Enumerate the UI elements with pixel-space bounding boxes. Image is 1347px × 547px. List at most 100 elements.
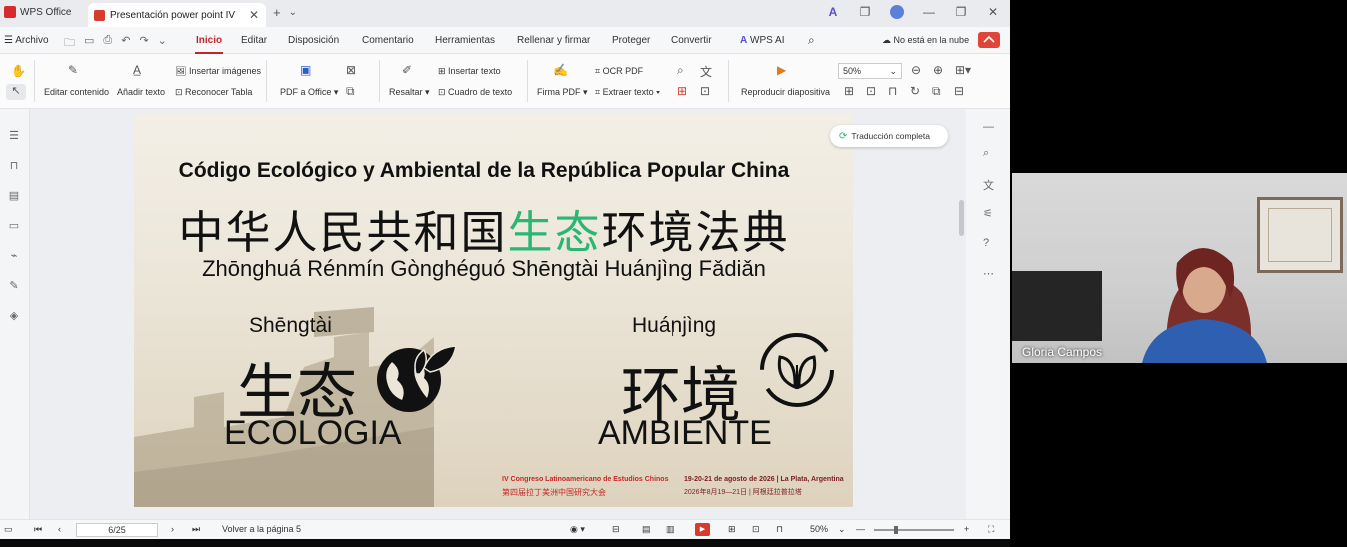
tab-proteger[interactable]: Proteger xyxy=(612,35,650,46)
edit-content-button[interactable]: Editar contenido xyxy=(44,87,109,97)
settings-icon[interactable]: ⚟ xyxy=(983,207,993,220)
zoom-in-icon[interactable]: ⊕ xyxy=(933,63,943,77)
two-page-icon[interactable]: ▥ xyxy=(666,524,675,535)
extract-text-button[interactable]: ⌗ Extraer texto ▾ xyxy=(595,87,660,98)
full-width-icon[interactable]: ⊓ xyxy=(776,524,783,535)
share-button[interactable] xyxy=(978,32,1000,48)
collapse-icon[interactable]: — xyxy=(983,121,994,133)
next-page-icon[interactable]: › xyxy=(171,524,174,534)
more-options-icon[interactable]: ⋯ xyxy=(983,267,994,280)
zoom-out-icon[interactable]: ⊖ xyxy=(911,63,921,77)
help-icon[interactable]: ? xyxy=(983,237,989,249)
tab-rellenar-firmar[interactable]: Rellenar y firmar xyxy=(517,35,590,46)
highlight-button[interactable]: Resaltar ▾ xyxy=(389,87,430,98)
full-translation-button[interactable]: ⟳ Traducción completa xyxy=(830,125,948,147)
fullscreen-icon[interactable]: ⛶ xyxy=(988,524,994,535)
recognize-table-button[interactable]: ⊡ Reconocer Tabla xyxy=(175,87,252,98)
search-icon[interactable]: ⌕ xyxy=(808,33,815,48)
sign-pdf-button[interactable]: Firma PDF ▾ xyxy=(537,87,588,98)
document-canvas[interactable]: Código Ecológico y Ambiental de la Repúb… xyxy=(30,109,966,519)
rotate-icon[interactable]: ↻ xyxy=(910,84,920,98)
copy-tool-icon[interactable]: ⧉ xyxy=(346,84,355,99)
participant-image xyxy=(1142,248,1267,363)
close-window-icon[interactable]: ✕ xyxy=(986,5,1000,19)
play-slideshow-button[interactable]: Reproducir diapositiva xyxy=(741,87,830,97)
page-number-input[interactable]: 6/25 xyxy=(76,523,158,537)
thumbnails-icon[interactable]: ☰ xyxy=(4,129,24,142)
window-layout-icon[interactable]: ❐ xyxy=(858,5,872,19)
more-icon[interactable]: ⌄ xyxy=(158,34,167,53)
fit-page-status-icon[interactable]: ⊞ xyxy=(728,524,736,535)
zoom-select[interactable]: 50% ⌄ xyxy=(838,63,902,79)
wps-ai-button[interactable]: A WPS AI xyxy=(740,35,784,46)
restore-icon[interactable]: ❐ xyxy=(954,5,968,19)
translate-icon[interactable]: 文 xyxy=(983,177,994,193)
image-tool-icon[interactable]: ⊠ xyxy=(346,63,356,77)
add-text-button[interactable]: Añadir texto xyxy=(117,87,165,97)
fit-width-icon[interactable]: ⊡ xyxy=(866,84,876,98)
first-page-icon[interactable]: ⏮ xyxy=(34,524,42,535)
signature-icon[interactable]: ✎ xyxy=(4,279,24,292)
tab-convertir[interactable]: Convertir xyxy=(671,35,712,46)
hand-tool-icon[interactable]: ✋ xyxy=(11,64,26,78)
prev-page-icon[interactable]: ‹ xyxy=(58,524,61,534)
screenshot-icon[interactable]: ⊡ xyxy=(700,84,710,98)
insert-text-label: Insertar texto xyxy=(448,66,501,76)
document-tab[interactable]: Presentación power point IV ✕ xyxy=(88,3,266,27)
tab-list-icon[interactable]: ⌄ xyxy=(289,5,297,20)
wps-home-tab[interactable]: WPS Office xyxy=(4,6,72,18)
pages-icon[interactable]: ▤ xyxy=(4,189,24,202)
tab-comentario[interactable]: Comentario xyxy=(362,35,414,46)
continuous-page-icon[interactable]: ▤ xyxy=(642,524,651,535)
tab-herramientas[interactable]: Herramientas xyxy=(435,35,495,46)
zoom-in-status-icon[interactable]: + xyxy=(964,524,969,534)
search-icon[interactable]: ⌕ xyxy=(983,147,989,160)
print-icon[interactable]: ⎙ xyxy=(103,34,112,53)
zoom-slider[interactable] xyxy=(874,529,954,531)
save-icon[interactable]: ▭ xyxy=(84,34,94,53)
read-mode-icon[interactable]: ⊟ xyxy=(954,84,964,98)
minimize-icon[interactable]: — xyxy=(922,5,936,19)
bookmark-icon[interactable]: ⊓ xyxy=(4,159,24,172)
play-slideshow-icon[interactable]: ▶ xyxy=(695,523,710,536)
ai-icon[interactable]: A xyxy=(826,5,840,19)
tab-inicio[interactable]: Inicio xyxy=(196,35,222,46)
single-page-icon[interactable]: ⊟ xyxy=(612,524,620,535)
comment-icon[interactable]: ▭ xyxy=(4,219,24,232)
eye-protection-icon[interactable]: ◉ ▾ xyxy=(570,524,585,535)
attachment-icon[interactable]: ⌁ xyxy=(4,249,24,262)
compare-icon[interactable]: ⊞ xyxy=(677,84,687,98)
cloud-status[interactable]: ☁ No está en la nube xyxy=(882,35,969,46)
bookmark-tool-icon[interactable]: ⊓ xyxy=(888,84,897,98)
zoom-menu-icon[interactable]: ⌄ xyxy=(838,524,846,535)
user-avatar[interactable] xyxy=(890,5,904,19)
zoom-level[interactable]: 50% xyxy=(810,524,828,534)
back-to-page-link[interactable]: Volver a la página 5 xyxy=(222,524,301,534)
view-mode-icon[interactable]: ⊞▾ xyxy=(955,63,971,77)
last-page-icon[interactable]: ⏭ xyxy=(192,524,200,535)
translate-icon[interactable]: 文 xyxy=(700,63,712,80)
tab-disposicion[interactable]: Disposición xyxy=(288,35,339,46)
new-tab-icon[interactable]: + xyxy=(273,5,281,20)
insert-images-button[interactable]: 🖼 Insertar imágenes xyxy=(175,66,261,77)
sidebar-toggle-icon[interactable]: ▭ xyxy=(4,524,13,535)
undo-icon[interactable]: ↶ xyxy=(121,34,130,53)
fit-page-icon[interactable]: ⊞ xyxy=(844,84,854,98)
ocr-pdf-button[interactable]: ⌗ OCR PDF xyxy=(595,66,643,77)
redo-icon[interactable]: ↷ xyxy=(139,34,148,53)
select-tool-icon[interactable]: ↖ xyxy=(6,84,26,100)
pdf-to-office-button[interactable]: PDF a Office ▾ xyxy=(280,87,338,98)
find-icon[interactable]: ⌕ xyxy=(677,63,684,78)
layers-icon[interactable]: ◈ xyxy=(4,309,24,322)
zoom-slider-handle[interactable] xyxy=(894,526,898,534)
vertical-scrollbar[interactable] xyxy=(959,200,964,236)
text-box-button[interactable]: ⊡ Cuadro de texto xyxy=(438,87,512,98)
insert-text-button[interactable]: ⊞ Insertar texto xyxy=(438,66,501,77)
open-folder-icon[interactable]: 🗀 xyxy=(64,34,75,53)
zoom-out-status-icon[interactable]: — xyxy=(856,524,865,534)
fit-width-status-icon[interactable]: ⊡ xyxy=(752,524,760,535)
close-tab-icon[interactable]: ✕ xyxy=(249,8,259,22)
tab-editar[interactable]: Editar xyxy=(241,35,267,46)
file-menu[interactable]: ☰ Archivo xyxy=(4,35,49,46)
duplicate-icon[interactable]: ⧉ xyxy=(932,84,941,99)
